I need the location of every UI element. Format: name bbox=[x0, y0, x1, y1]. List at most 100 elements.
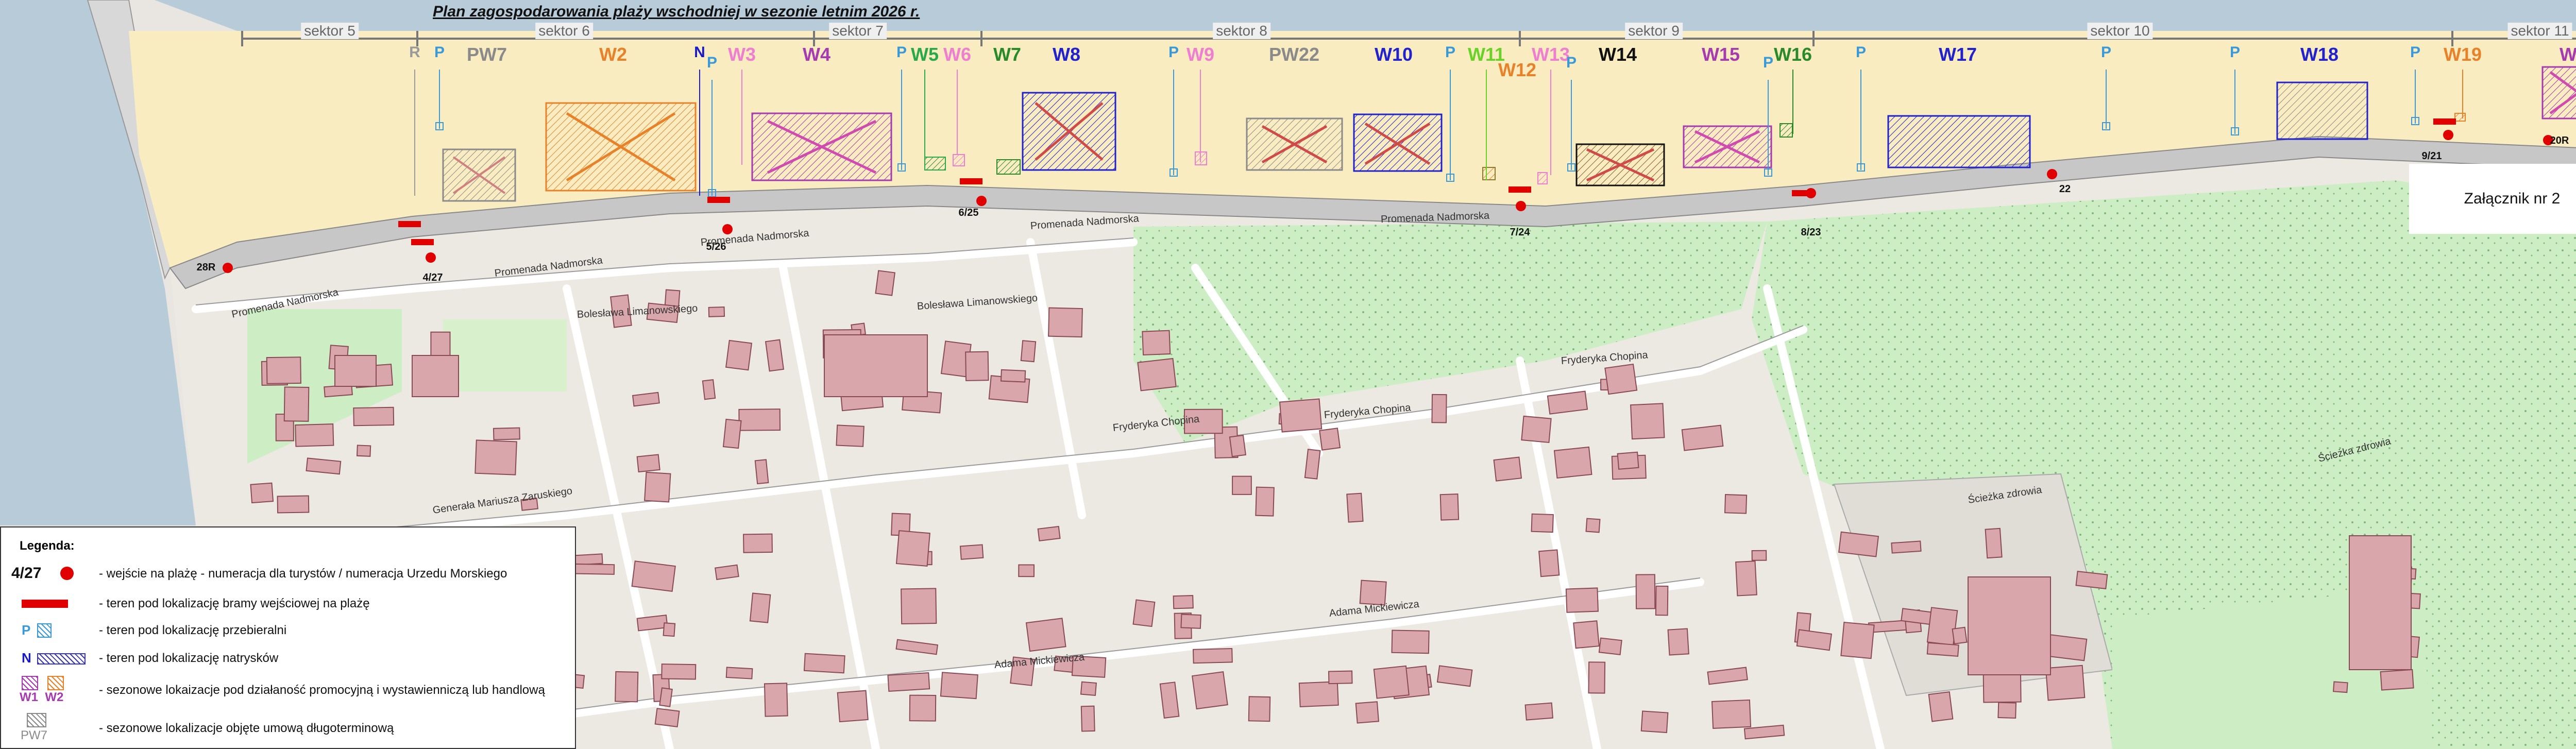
beach-entry-dot bbox=[976, 196, 987, 206]
building-footprint bbox=[615, 671, 639, 703]
zone-label: N bbox=[694, 44, 705, 61]
legend-title: Legenda: bbox=[20, 539, 75, 553]
legend-entry-sample: 4/27 bbox=[11, 565, 42, 582]
legend-promo-text: - sezonowe lokaizacje pod działaność pro… bbox=[99, 683, 545, 697]
zone-label: P bbox=[2100, 44, 2112, 61]
building-footprint bbox=[725, 339, 753, 371]
building-footprint bbox=[1573, 620, 1600, 649]
building-footprint bbox=[1048, 307, 1083, 338]
building-footprint bbox=[1279, 398, 1323, 433]
building-footprint bbox=[959, 544, 984, 560]
building-footprint bbox=[1080, 705, 1095, 732]
building-footprint bbox=[1585, 518, 1601, 533]
building-footprint bbox=[875, 270, 896, 296]
legend-gate-text: - teren pod lokalizację bramy wejściowej… bbox=[99, 597, 370, 610]
building-footprint bbox=[1319, 428, 1341, 451]
building-footprint bbox=[283, 386, 310, 422]
sector-label: sektor 6 bbox=[535, 23, 593, 39]
building-footprint bbox=[266, 356, 301, 384]
building-footprint bbox=[1565, 587, 1599, 613]
building-footprint bbox=[722, 418, 742, 449]
building-footprint bbox=[1617, 451, 1639, 470]
building-footprint bbox=[940, 672, 978, 700]
beach-entry-label: 22 bbox=[2059, 183, 2071, 195]
building-footprint bbox=[1025, 618, 1066, 652]
zone-label: W4 bbox=[803, 44, 831, 65]
building-footprint bbox=[1192, 648, 1233, 664]
building-footprint bbox=[1952, 626, 1968, 645]
building-footprint bbox=[1531, 513, 1554, 533]
building-footprint bbox=[334, 355, 377, 387]
building-footprint bbox=[2075, 570, 2108, 590]
beach-entry-dot bbox=[1806, 188, 1816, 198]
building-footprint bbox=[1018, 564, 1035, 577]
building-footprint bbox=[2332, 681, 2348, 693]
zone-label: W13 bbox=[1531, 44, 1570, 65]
zone-label: W3 bbox=[728, 44, 756, 65]
building-footprint bbox=[571, 553, 603, 566]
building-footprint bbox=[1598, 637, 1622, 655]
building-footprint bbox=[1000, 369, 1026, 383]
beach-entry-label: 7/24 bbox=[1510, 227, 1530, 238]
entry-gate-marker bbox=[2433, 118, 2456, 125]
building-footprint bbox=[1431, 394, 1447, 423]
zone-label: P bbox=[1855, 44, 1867, 61]
building-footprint bbox=[1588, 661, 1606, 694]
beach-entry-dot bbox=[1516, 201, 1526, 211]
building-footprint bbox=[631, 560, 676, 592]
building-footprint bbox=[572, 563, 615, 575]
building-footprint bbox=[1538, 549, 1560, 577]
building-footprint bbox=[250, 482, 274, 504]
beach-entry-dot bbox=[426, 252, 436, 263]
legend-promo-sample: W1 W2 bbox=[20, 690, 64, 704]
legend-shower-text: - teren pod lokalizację natrysków bbox=[99, 651, 279, 665]
building-footprint bbox=[1667, 628, 1689, 656]
zone-label: W18 bbox=[2300, 44, 2339, 65]
building-footprint bbox=[1521, 415, 1552, 444]
legend-row-entry: 4/27 - wejście na plażę - numeracja dla … bbox=[11, 564, 507, 584]
building-footprint bbox=[1037, 525, 1061, 541]
building-footprint bbox=[702, 379, 716, 400]
building-footprint bbox=[1635, 574, 1656, 609]
beach-entry-label: 8/23 bbox=[1801, 227, 1821, 238]
map-title: Plan zagospodarowania plaży wschodniej w… bbox=[433, 3, 920, 20]
legend: Legenda: 4/27 - wejście na plażę - numer… bbox=[0, 526, 576, 749]
sector-label: sektor 8 bbox=[1213, 23, 1270, 39]
zone-label: PW22 bbox=[1268, 44, 1320, 65]
building-footprint bbox=[1248, 696, 1271, 722]
building-footprint bbox=[1735, 560, 1757, 597]
hatched-orange-square-icon bbox=[47, 676, 64, 690]
sector-label: sektor 5 bbox=[301, 23, 359, 39]
beach-entry-label: 20R bbox=[2550, 135, 2569, 146]
zone-label: P bbox=[2229, 44, 2241, 61]
park-sw bbox=[443, 319, 567, 391]
building-footprint bbox=[1298, 681, 1339, 707]
legend-changing-sample: P bbox=[22, 622, 31, 638]
building-footprint bbox=[887, 672, 930, 692]
building-footprint bbox=[636, 454, 660, 473]
building-footprint bbox=[636, 615, 668, 632]
building-footprint bbox=[1391, 629, 1430, 654]
building-footprint bbox=[1997, 702, 2017, 719]
building-footprint bbox=[659, 687, 673, 707]
legend-row-longterm: PW7 - sezonowe lokalizacje objęte umową … bbox=[11, 713, 394, 744]
red-bar-icon bbox=[22, 600, 68, 608]
zone-label: W7 bbox=[993, 44, 1021, 65]
building-footprint bbox=[1985, 527, 2003, 559]
building-footprint bbox=[1346, 492, 1364, 523]
building-footprint bbox=[1142, 330, 1171, 356]
building-footprint bbox=[353, 406, 395, 427]
zone-label: R bbox=[409, 44, 420, 61]
building-footprint bbox=[965, 351, 989, 381]
building-footprint bbox=[1359, 580, 1387, 606]
sector-label: sektor 10 bbox=[2087, 23, 2153, 39]
building-footprint bbox=[644, 471, 671, 503]
beach-entry-dot bbox=[2047, 169, 2057, 179]
zone-label: P bbox=[2410, 44, 2421, 61]
building-footprint bbox=[1838, 531, 1879, 557]
building-footprint bbox=[1180, 614, 1201, 629]
legend-row-gate: - teren pod lokalizację bramy wejściowej… bbox=[11, 593, 370, 614]
legend-changing-text: - teren pod lokalizację przebieralni bbox=[99, 623, 287, 637]
building-footprint bbox=[1355, 701, 1380, 724]
hatched-gray-square-icon bbox=[27, 713, 46, 727]
